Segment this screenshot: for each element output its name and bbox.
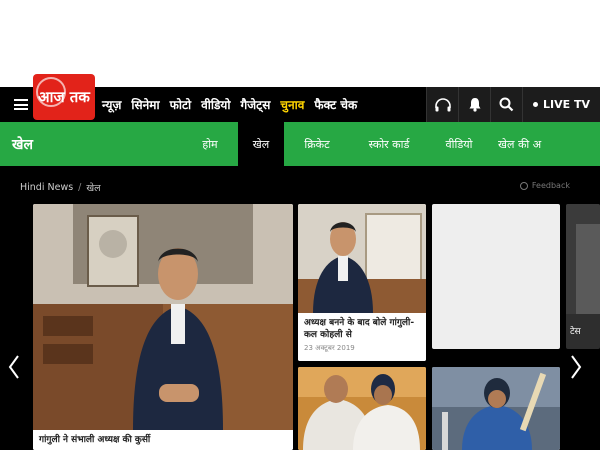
headphones-button[interactable]: [426, 87, 458, 122]
feedback-label: Feedback: [531, 181, 570, 190]
story-card-4-image: [432, 367, 560, 450]
breadcrumb: Hindi News / खेल: [20, 181, 101, 194]
live-tv-button[interactable]: LIVE TV: [522, 87, 600, 122]
story-card-1[interactable]: अध्यक्ष बनने के बाद बोले गांगुली- कल कोह…: [298, 204, 426, 361]
featured-story-title: गांगुली ने संभाली अध्यक्ष की कुर्सी: [39, 435, 151, 445]
breadcrumb-current: खेल: [86, 183, 101, 194]
story-card-1-caption: अध्यक्ष बनने के बाद बोले गांगुली- कल कोह…: [298, 313, 426, 361]
live-tv-label: LIVE TV: [543, 98, 590, 111]
nav-photo[interactable]: फोटो: [170, 96, 192, 113]
carousel-prev-button[interactable]: [6, 352, 22, 382]
nav-gadgets[interactable]: गैजेट्स: [241, 96, 271, 113]
nav-cinema[interactable]: सिनेमा: [131, 96, 159, 113]
menu-icon[interactable]: [14, 99, 28, 110]
nav-news[interactable]: न्यूज़: [102, 96, 121, 113]
chevron-right-icon: [571, 355, 582, 379]
breadcrumb-separator: /: [78, 182, 82, 193]
story-card-edge[interactable]: टेस: [566, 204, 600, 349]
notification-button[interactable]: [458, 87, 490, 122]
site-logo[interactable]: आज तक: [33, 74, 95, 120]
story-card-1-image: [298, 204, 426, 313]
breadcrumb-home[interactable]: Hindi News: [20, 182, 73, 193]
bell-icon: [469, 98, 480, 112]
headphones-icon: [434, 97, 451, 111]
story-card-4[interactable]: [432, 367, 560, 450]
live-dot-icon: [533, 102, 538, 107]
story-card-1-date: 23 अक्टूबर 2019: [304, 344, 355, 353]
nav-election[interactable]: चुनाव: [280, 96, 304, 113]
nav-video[interactable]: वीडियो: [201, 96, 230, 113]
tab-home[interactable]: होम: [182, 122, 238, 166]
story-card-edge-title: टेस: [570, 327, 581, 337]
featured-story-caption: गांगुली ने संभाली अध्यक्ष की कुर्सी: [33, 430, 293, 450]
story-card-2-placeholder[interactable]: [432, 204, 560, 349]
logo-ring: [36, 77, 66, 107]
content-area: Hindi News / खेल Feedback गांगुली ने संभ…: [0, 166, 600, 450]
section-bar: खेल होम खेल क्रिकेट स्कोर कार्ड वीडियो ख…: [0, 122, 600, 166]
nav-actions: LIVE TV: [426, 87, 600, 122]
story-card-3[interactable]: [298, 367, 426, 450]
story-card-edge-image: [566, 204, 600, 314]
feedback-link[interactable]: Feedback: [519, 181, 570, 190]
carousel-next-button[interactable]: [568, 352, 584, 382]
search-button[interactable]: [490, 87, 522, 122]
story-card-1-title: अध्यक्ष बनने के बाद बोले गांगुली- कल कोह…: [304, 318, 415, 341]
search-icon: [499, 97, 514, 112]
tab-sports[interactable]: खेल: [238, 122, 284, 166]
tab-cricket[interactable]: क्रिकेट: [284, 122, 350, 166]
featured-story-image: [33, 204, 293, 430]
tab-more[interactable]: खेल की अ: [490, 122, 564, 166]
chevron-left-icon: [8, 355, 19, 379]
section-title[interactable]: खेल: [12, 135, 182, 154]
primary-nav: न्यूज़ सिनेमा फोटो वीडियो गैजेट्स चुनाव …: [102, 87, 367, 122]
featured-story-card[interactable]: गांगुली ने संभाली अध्यक्ष की कुर्सी: [33, 204, 293, 450]
tab-scorecard[interactable]: स्कोर कार्ड: [350, 122, 428, 166]
story-card-3-image: [298, 367, 426, 450]
tab-video[interactable]: वीडियो: [428, 122, 490, 166]
feedback-icon: [519, 181, 528, 190]
nav-fact-check[interactable]: फैक्ट चेक: [314, 96, 357, 113]
